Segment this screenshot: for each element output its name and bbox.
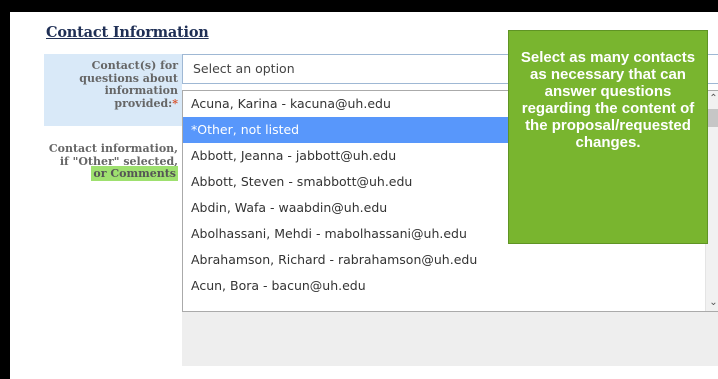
contact-info-field-label: Contact information, if "Other" selected… bbox=[44, 140, 182, 200]
scroll-thumb[interactable] bbox=[708, 109, 718, 127]
contacts-field-label: Contact(s) for questions about informati… bbox=[44, 54, 182, 126]
instruction-callout: Select as many contacts as necessary tha… bbox=[508, 30, 708, 244]
contacts-label-text: Contact(s) for questions about informati… bbox=[79, 59, 178, 110]
select-placeholder: Select an option bbox=[193, 61, 295, 76]
contact-info-textarea[interactable] bbox=[182, 312, 718, 366]
contact-info-label-text: Contact information, if "Other" selected… bbox=[48, 142, 178, 168]
chevron-down-icon[interactable]: ⌄ bbox=[706, 296, 718, 310]
section-title: Contact Information bbox=[46, 24, 209, 41]
dropdown-option[interactable]: Abrahamson, Richard - rabrahamson@uh.edu bbox=[183, 247, 705, 273]
contact-information-panel: Contact Information Contact(s) for quest… bbox=[10, 12, 718, 379]
dropdown-option[interactable]: Acun, Bora - bacun@uh.edu bbox=[183, 273, 705, 299]
required-marker: * bbox=[172, 96, 178, 110]
comments-highlight: or Comments bbox=[91, 166, 178, 181]
